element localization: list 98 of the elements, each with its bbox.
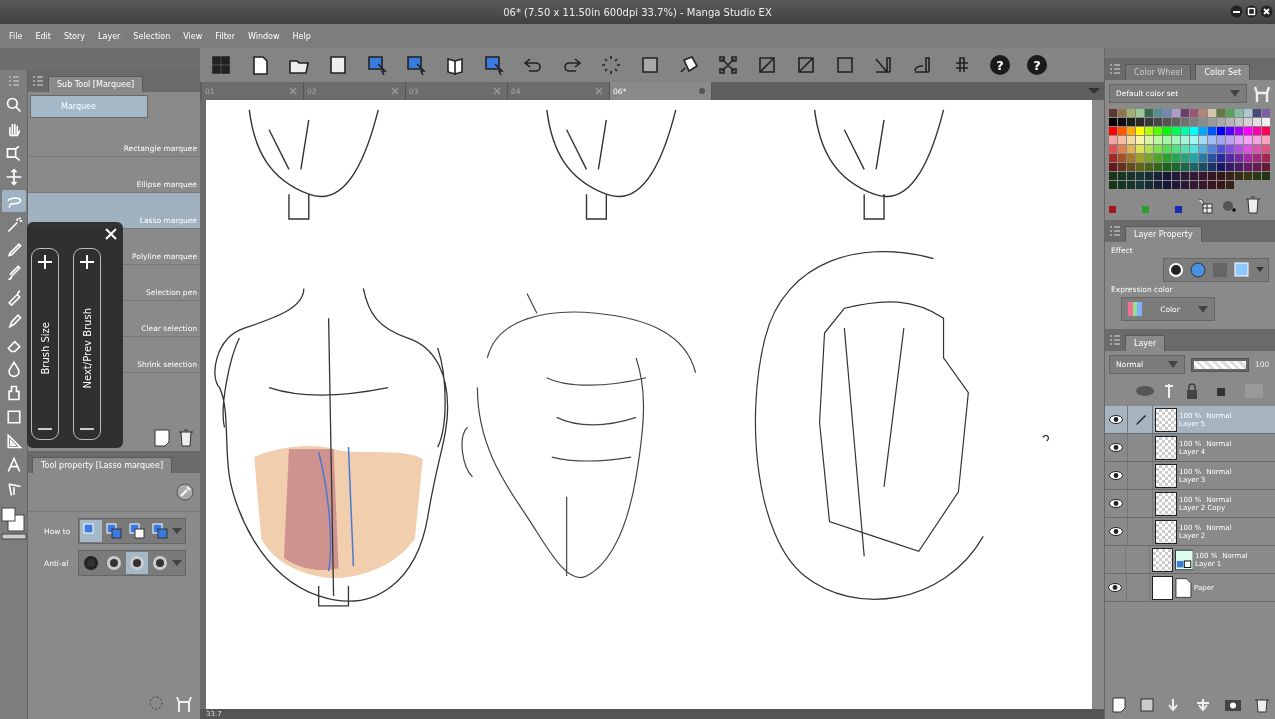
color-palette[interactable] xyxy=(1109,109,1271,190)
option-button[interactable] xyxy=(126,520,148,542)
slider-label: Next/Prev Brush xyxy=(81,307,93,389)
color-layer-icon xyxy=(1174,548,1194,571)
eye-icon xyxy=(1109,499,1123,508)
dropdown-arrow-icon xyxy=(1198,305,1208,313)
layer-thumbnail xyxy=(1151,547,1173,572)
slider-label: Brush Size xyxy=(39,321,51,375)
diagonal-icon[interactable] xyxy=(756,54,778,76)
dropdown-arrow-icon[interactable] xyxy=(1256,267,1264,273)
eye-icon xyxy=(1108,583,1123,592)
drawing-canvas[interactable] xyxy=(206,100,1092,709)
gradient-icon xyxy=(4,408,23,426)
plus-icon[interactable] xyxy=(38,255,52,269)
export-image-icon[interactable] xyxy=(483,54,505,76)
dot-icon xyxy=(152,555,168,571)
dropdown-arrow-icon xyxy=(1230,90,1240,97)
page-icon xyxy=(1175,576,1193,599)
dot-icon xyxy=(129,555,145,571)
export-image-icon[interactable] xyxy=(405,54,427,76)
eye-icon xyxy=(1109,443,1123,452)
dots-icon[interactable] xyxy=(600,54,622,76)
tool-button[interactable] xyxy=(1,190,26,212)
dots-circle-icon[interactable] xyxy=(148,695,164,711)
panel-menu-icon[interactable] xyxy=(32,76,44,86)
layer-thumbnail xyxy=(1152,575,1174,600)
new-page-icon[interactable] xyxy=(154,429,170,447)
help-button[interactable]: ? xyxy=(1027,55,1047,75)
layer-thumbnail xyxy=(1155,407,1177,432)
border-effect-icon[interactable] xyxy=(1168,262,1184,278)
dot-icon xyxy=(106,555,122,571)
dot-icon[interactable] xyxy=(699,88,705,94)
menu-item[interactable]: Story xyxy=(63,31,86,41)
squares-icon xyxy=(106,523,122,539)
layer-thumbnail xyxy=(1155,463,1177,488)
menu-item[interactable]: File xyxy=(9,31,23,41)
squares-icon xyxy=(152,523,168,539)
option-button[interactable] xyxy=(103,520,125,542)
squares-icon xyxy=(129,523,145,539)
export-image-icon[interactable] xyxy=(366,54,388,76)
panel-tab[interactable]: Layer Property xyxy=(1125,226,1202,242)
option-button[interactable] xyxy=(126,552,148,574)
drop-plus-icon[interactable] xyxy=(1221,198,1237,214)
panel-menu-icon[interactable] xyxy=(1109,226,1121,236)
layer-thumbnail xyxy=(1155,491,1177,516)
dropdown-arrow-icon[interactable] xyxy=(172,559,182,567)
panel-tab[interactable]: Tool property [Lasso marquee] xyxy=(32,457,173,473)
save-icon[interactable] xyxy=(327,54,349,76)
trash-icon[interactable] xyxy=(178,429,194,447)
panel-menu-icon[interactable] xyxy=(1109,64,1121,74)
maximize-icon[interactable] xyxy=(1245,5,1258,18)
cube-pointer-icon xyxy=(4,144,23,162)
trash-icon[interactable] xyxy=(1245,196,1261,214)
magnifier-icon xyxy=(4,96,23,114)
scrollbar[interactable] xyxy=(1092,100,1104,709)
plus-icon[interactable] xyxy=(80,255,94,269)
panel-tab[interactable]: Sub Tool [Marquee] xyxy=(48,76,144,92)
panel-tab[interactable]: Color Set xyxy=(1195,64,1251,80)
layer-thumbnail xyxy=(1155,519,1177,544)
minus-icon[interactable] xyxy=(80,427,94,431)
panel-tab[interactable]: Layer xyxy=(1125,335,1166,351)
stepper-control[interactable]: Brush Size xyxy=(31,248,59,440)
option-button[interactable] xyxy=(149,520,171,542)
window-title: 06* (7.50 x 11.50in 600dpi 33.7%) - Manga Studio EX xyxy=(503,6,772,18)
arrows-icon xyxy=(4,168,23,186)
menu-item[interactable]: Selection xyxy=(133,31,171,41)
minus-icon[interactable] xyxy=(38,427,52,431)
menu-item[interactable]: Help xyxy=(292,31,311,41)
grid-pointer-icon[interactable] xyxy=(1197,198,1213,214)
effect-buttons[interactable] xyxy=(1163,258,1269,282)
dropdown-arrow-icon[interactable] xyxy=(172,527,182,535)
eye-icon xyxy=(1109,471,1123,480)
circle-icon[interactable] xyxy=(1190,262,1206,278)
layer-thumbnail xyxy=(1155,435,1177,460)
stepper-control[interactable]: Next/Prev Brush xyxy=(73,248,101,440)
dropdown-arrow-icon xyxy=(1168,361,1178,368)
menu-item[interactable]: Edit xyxy=(35,31,51,41)
diagonal-icon[interactable] xyxy=(795,54,817,76)
panel-tab[interactable]: Color Wheel xyxy=(1125,64,1192,80)
close-icon[interactable] xyxy=(1260,5,1273,18)
menu-item[interactable]: View xyxy=(183,31,203,41)
color-swatches-icon[interactable] xyxy=(0,506,27,540)
square-icon[interactable] xyxy=(1234,262,1250,278)
minimize-icon[interactable] xyxy=(1230,5,1243,18)
sub-tool-group[interactable]: Marquee xyxy=(30,95,148,118)
eye-icon xyxy=(1109,415,1123,424)
close-icon[interactable] xyxy=(105,228,117,240)
menu-item[interactable]: Window xyxy=(248,31,280,41)
eye-icon xyxy=(1109,527,1123,536)
color-bars-icon xyxy=(1128,302,1142,316)
transform-icon[interactable] xyxy=(717,54,739,76)
menu-item[interactable]: Filter xyxy=(215,31,235,41)
panel-menu-icon[interactable] xyxy=(1109,335,1121,345)
menu-item[interactable]: Layer xyxy=(98,31,121,41)
visibility-toggle[interactable] xyxy=(1105,574,1127,601)
dot-icon xyxy=(83,555,99,571)
help-button[interactable]: ? xyxy=(990,55,1010,75)
grid-icon[interactable] xyxy=(210,54,232,76)
